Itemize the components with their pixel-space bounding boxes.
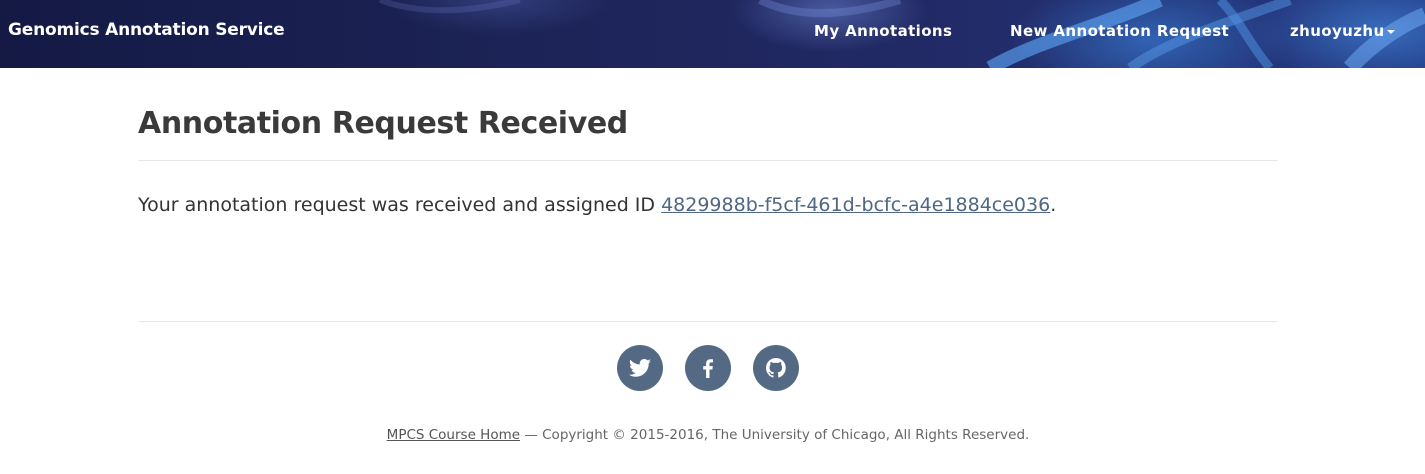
message-prefix: Your annotation request was received and… xyxy=(138,194,662,216)
nav-new-annotation-request[interactable]: New Annotation Request xyxy=(1010,22,1229,40)
copyright-text: — Copyright © 2015-2016, The University … xyxy=(520,427,1030,443)
facebook-link[interactable] xyxy=(685,345,731,391)
user-name: zhuoyuzhu xyxy=(1290,22,1385,40)
course-home-link[interactable]: MPCS Course Home xyxy=(387,427,520,443)
github-icon xyxy=(766,358,786,378)
github-link[interactable] xyxy=(753,345,799,391)
facebook-icon xyxy=(703,359,713,378)
page-title: Annotation Request Received xyxy=(138,106,628,141)
brand-link[interactable]: Genomics Annotation Service xyxy=(8,20,285,40)
caret-down-icon xyxy=(1386,29,1395,34)
footer-divider xyxy=(138,321,1278,322)
confirmation-message: Your annotation request was received and… xyxy=(138,194,1056,216)
twitter-link[interactable] xyxy=(617,345,663,391)
request-id-link[interactable]: 4829988b-f5cf-461d-bcfc-a4e1884ce036 xyxy=(661,194,1050,216)
footer-copyright: MPCS Course Home — Copyright © 2015-2016… xyxy=(0,427,1416,443)
navbar: Genomics Annotation Service My Annotatio… xyxy=(0,0,1425,68)
user-menu-dropdown[interactable]: zhuoyuzhu xyxy=(1290,22,1395,40)
twitter-icon xyxy=(629,359,651,377)
title-divider xyxy=(138,160,1278,161)
nav-my-annotations[interactable]: My Annotations xyxy=(814,22,952,40)
message-suffix: . xyxy=(1050,194,1057,216)
